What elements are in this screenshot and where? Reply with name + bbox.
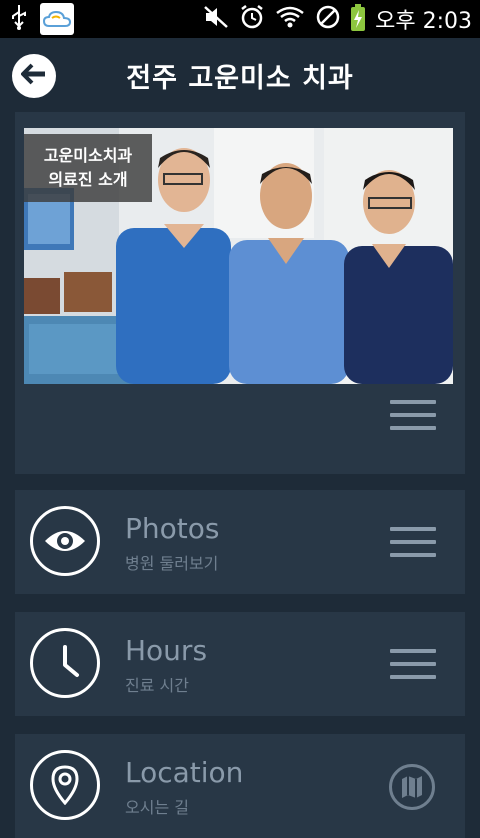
battery-charging-icon bbox=[351, 4, 366, 31]
status-right-icons: 오후 2:03 bbox=[203, 0, 472, 38]
staff-photo[interactable]: 고운미소치과 의료진 소개 bbox=[24, 128, 453, 384]
hamburger-menu-icon[interactable] bbox=[390, 527, 436, 559]
alarm-icon bbox=[239, 4, 265, 34]
hero-caption-line2: 의료진 소개 bbox=[48, 170, 128, 189]
weather-cloud-icon bbox=[40, 3, 74, 35]
no-signal-icon bbox=[315, 4, 341, 34]
hamburger-menu-icon[interactable] bbox=[390, 400, 436, 432]
wifi-icon bbox=[275, 5, 305, 33]
clock-icon bbox=[30, 628, 100, 698]
hours-card[interactable]: Hours 진료 시간 bbox=[15, 612, 465, 716]
status-left-icons bbox=[10, 0, 74, 38]
card-title: Location bbox=[125, 756, 244, 789]
hamburger-menu-icon[interactable] bbox=[390, 649, 436, 681]
status-bar: 오후 2:03 bbox=[0, 0, 480, 38]
photos-card[interactable]: Photos 병원 둘러보기 bbox=[15, 490, 465, 594]
status-time: 오후 2:03 bbox=[375, 9, 472, 34]
eye-icon bbox=[30, 506, 100, 576]
hero-card: 고운미소치과 의료진 소개 bbox=[15, 112, 465, 474]
page-title: 전주 고운미소 치과 bbox=[126, 63, 354, 94]
card-subtitle: 병원 둘러보기 bbox=[125, 554, 219, 573]
location-card[interactable]: Location 오시는 길 bbox=[15, 734, 465, 838]
hero-caption: 고운미소치과 의료진 소개 bbox=[24, 134, 152, 202]
card-subtitle: 오시는 길 bbox=[125, 798, 189, 817]
hero-caption-line1: 고운미소치과 bbox=[43, 146, 133, 165]
mute-icon bbox=[203, 5, 229, 33]
card-title: Hours bbox=[125, 634, 208, 667]
location-pin-icon bbox=[30, 750, 100, 820]
card-subtitle: 진료 시간 bbox=[125, 676, 189, 695]
card-title: Photos bbox=[125, 512, 220, 545]
usb-icon bbox=[10, 4, 28, 34]
map-icon[interactable] bbox=[389, 764, 435, 810]
app-header: 전주 고운미소 치과 bbox=[0, 38, 480, 112]
